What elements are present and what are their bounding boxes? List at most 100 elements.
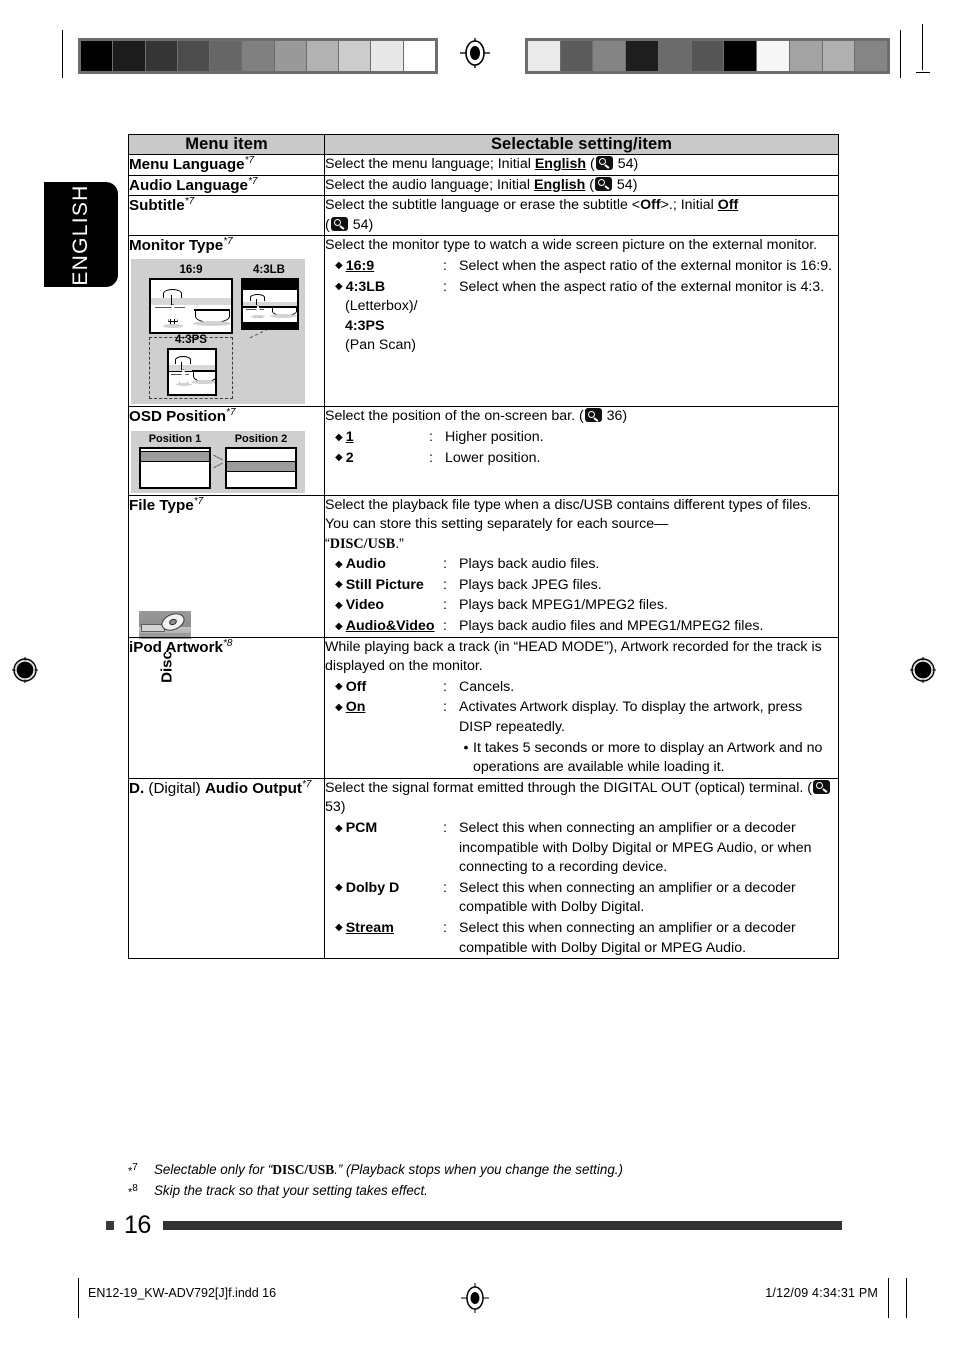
option-value: Lower position. — [445, 449, 541, 466]
option-key: ◆ Stream — [335, 919, 394, 936]
option-colon: : — [443, 820, 447, 836]
menu-item-label: Menu Language — [129, 156, 245, 174]
option-key: ◆ 2 — [335, 449, 354, 466]
colorbar-swatch — [593, 41, 627, 71]
option-sub-note-text: It takes 5 seconds or more to display an… — [473, 739, 823, 776]
page-reference: 54 — [352, 216, 369, 233]
crop-line-right-tick — [916, 72, 930, 73]
crop-line-footer-right — [888, 1278, 889, 1318]
imprint-timestamp: 1/12/09 4:34:31 PM — [765, 1286, 878, 1300]
option-key: ◆ PCM — [335, 820, 378, 836]
colorbar-swatch — [658, 41, 692, 71]
initial-value: English — [534, 156, 587, 172]
colorbar-swatch — [855, 41, 888, 71]
option-value: Select when the aspect ratio of the exte… — [459, 257, 833, 274]
source-name: DISC/USB — [329, 535, 396, 552]
colorbar-swatch — [626, 41, 659, 71]
option-colon: : — [443, 576, 447, 593]
option-colon: : — [443, 879, 447, 896]
option-key: ◆ 16:9 — [335, 257, 375, 274]
colorbar-swatch — [81, 41, 114, 71]
option-row: ◆ 4:3LB (Letterbox)/ 4:3PS (Pan Scan) : S… — [325, 278, 838, 356]
menu-item-label: OSD Position — [129, 408, 227, 426]
menu-item-subtitle: Subtitle*7 — [128, 195, 325, 237]
crop-line-right-outer — [922, 24, 923, 70]
magnifier-icon — [584, 408, 602, 423]
page-reference: 54 — [617, 156, 634, 172]
column-header-selectable: Selectable setting/item — [324, 134, 839, 155]
crop-line-footer-right2 — [906, 1278, 907, 1318]
option-row: ◆ Still Picture : Plays back JPEG files. — [325, 576, 838, 596]
option-value: Select this when connecting an amplifier… — [459, 919, 796, 956]
bullet-dot: • — [463, 739, 469, 756]
option-sub-note: • It takes 5 seconds or more to display … — [459, 739, 838, 778]
colorbar-swatch — [371, 41, 404, 71]
footnote-ref: *7 — [223, 236, 233, 248]
option-colon: : — [443, 699, 447, 716]
footnotes: **77 Selectable only for “DISC/USB.” (Pl… — [128, 1160, 848, 1201]
menu-item-ipod-artwork: iPod Artwork*8 — [128, 636, 325, 779]
inline-option: Off — [640, 197, 661, 214]
language-side-tab: ENGLISH — [44, 182, 118, 287]
settings-table: Menu item Selectable setting/item Menu L… — [128, 134, 839, 960]
setting-description: While playing back a track (in “HEAD MOD… — [325, 638, 822, 675]
footnote-8-mark: *8 — [128, 1182, 138, 1199]
column-header-menu-item: Menu item — [128, 134, 325, 155]
footnote-ref: *7 — [244, 155, 255, 166]
menu-item-label: File Type — [129, 496, 194, 514]
table-row: OSD Position*7 Position 1 Position 2 Sel… — [128, 406, 839, 496]
option-key: ◆ 4:3LB (Letterbox)/ 4:3PS (Pan Scan) — [335, 278, 418, 354]
page-reference: 54 — [616, 176, 633, 193]
option-value: Activates Artwork display. To display th… — [459, 698, 838, 777]
footnote-ref: *7 — [193, 495, 204, 507]
option-value: Plays back audio files and MPEG1/MPEG2 f… — [459, 618, 764, 635]
setting-description: Select the subtitle language or erase th… — [325, 197, 641, 214]
menu-item-monitor-type: Monitor Type*7 16:9 4:3LB 4:3PS — [128, 235, 325, 408]
colorbar-swatch — [691, 41, 725, 71]
setting-osd-position: Select the position of the on-screen bar… — [324, 406, 839, 496]
magnifier-icon — [813, 779, 831, 794]
language-side-tab-label: ENGLISH — [69, 183, 92, 286]
initial-value: Off — [717, 197, 739, 214]
menu-item-d-audio-output: D. (Digital) Audio Output*7 — [128, 777, 325, 960]
colorbar-swatch — [724, 41, 758, 71]
option-row: ◆ Off : Cancels. — [325, 678, 838, 698]
setting-description: Select the menu language; Initial — [325, 156, 535, 172]
imprint-line: EN12-19_KW-ADV792[J]f.indd 16 1/12/09 4:… — [88, 1286, 878, 1300]
page-footer: 16 — [106, 1211, 842, 1239]
menu-item-label: Subtitle — [129, 197, 185, 215]
setting-d-audio-output: Select the signal format emitted through… — [324, 777, 839, 960]
magnifier-icon — [594, 176, 612, 191]
monitor-type-label-43ps: 4:3PS — [175, 334, 207, 347]
setting-description: Select the audio language; Initial — [325, 176, 535, 193]
footnote-7-text: Selectable only for “DISC/USB.” (Playbac… — [154, 1162, 623, 1177]
calibration-colorbar-right — [525, 38, 890, 74]
calibration-colorbar-left — [78, 38, 438, 74]
setting-menu-language: Select the menu language; Initial Englis… — [324, 154, 839, 176]
option-subkey: 4:3PS — [345, 317, 385, 334]
colorbar-swatch — [339, 41, 372, 71]
option-value-text: Activates Artwork display. To display th… — [459, 699, 803, 736]
footnote-ref: *8 — [222, 637, 233, 649]
table-row: D. (Digital) Audio Output*7 Select the s… — [128, 777, 839, 960]
table-row: Audio Language*7 Select the audio langua… — [128, 174, 839, 197]
option-row: ◆ Audio&Video : Plays back audio files an… — [325, 617, 838, 637]
footnote-ref: *7 — [226, 407, 236, 419]
footnote-8-text: Skip the track so that your setting take… — [154, 1182, 428, 1198]
menu-item-label: iPod Artwork — [129, 638, 223, 656]
osd-screen-2 — [225, 446, 297, 489]
footnote-ref: *7 — [301, 778, 312, 790]
table-row: Subtitle*7 Select the subtitle language … — [128, 195, 839, 237]
colorbar-swatch — [789, 41, 823, 71]
menu-item-label: Audio Language — [129, 176, 248, 194]
setting-description: Select the playback file type when a dis… — [325, 496, 812, 552]
colorbar-swatch — [210, 41, 243, 71]
footnote-8: *8 Skip the track so that your setting t… — [128, 1181, 848, 1202]
option-key: ◆ On — [335, 699, 366, 716]
colorbar-swatch — [113, 41, 146, 71]
table-row: iPod Artwork*8 While playing back a trac… — [128, 636, 839, 779]
menu-item-label-prefix: D. — [129, 779, 145, 797]
option-key: ◆ Off — [335, 678, 367, 695]
osd-position-diagram: Position 1 Position 2 — [131, 430, 305, 493]
option-subkey: (Letterbox)/ — [345, 298, 418, 315]
